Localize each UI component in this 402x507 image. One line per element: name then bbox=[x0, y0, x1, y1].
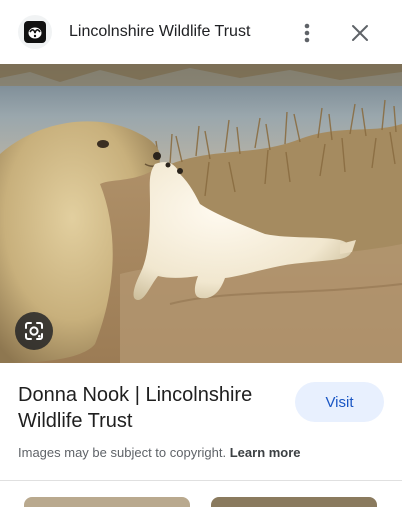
google-lens-icon bbox=[25, 322, 43, 340]
copyright-text: Images may be subject to copyright. bbox=[18, 445, 227, 460]
visit-button[interactable]: Visit bbox=[295, 382, 384, 422]
close-icon bbox=[352, 25, 368, 41]
result-title[interactable]: Donna Nook | Lincolnshire Wildlife Trust bbox=[18, 382, 280, 434]
related-image-thumbnail[interactable] bbox=[211, 497, 377, 507]
site-logo[interactable] bbox=[18, 15, 52, 49]
related-images-strip bbox=[0, 481, 402, 507]
copyright-notice: Images may be subject to copyright. Lear… bbox=[18, 445, 301, 461]
learn-more-link[interactable]: Learn more bbox=[230, 445, 301, 460]
badger-logo-icon bbox=[24, 21, 46, 43]
related-image-thumbnail[interactable] bbox=[24, 497, 190, 507]
google-lens-button[interactable] bbox=[15, 312, 53, 350]
site-name[interactable]: Lincolnshire Wildlife Trust bbox=[69, 22, 250, 42]
more-options-button[interactable] bbox=[294, 20, 320, 46]
close-button[interactable] bbox=[347, 20, 373, 46]
header: Lincolnshire Wildlife Trust bbox=[0, 0, 402, 64]
grey-seal-with-pup-photo[interactable] bbox=[0, 64, 402, 363]
more-vert-icon bbox=[304, 23, 310, 43]
